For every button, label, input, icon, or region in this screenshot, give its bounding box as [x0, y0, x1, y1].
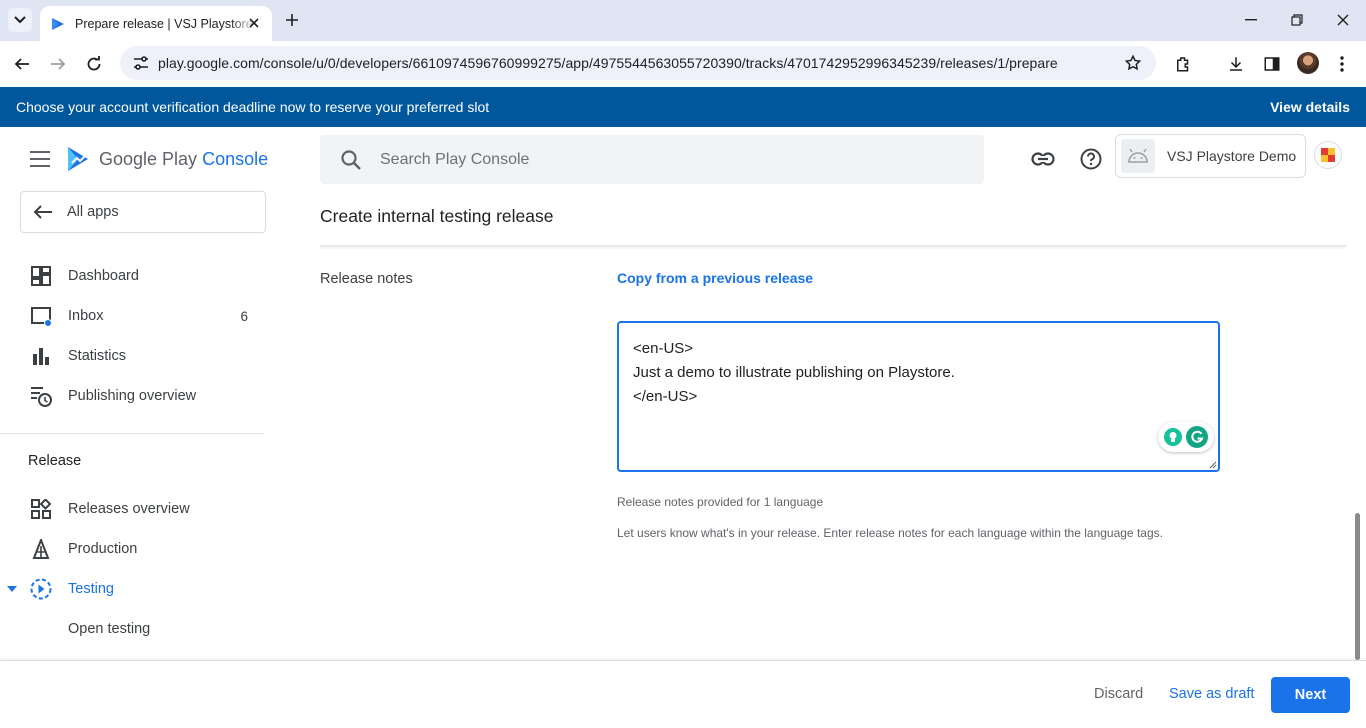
- sidebar-item-testing[interactable]: Testing: [0, 569, 264, 609]
- inbox-count: 6: [240, 308, 248, 324]
- notes-line: <en-US>: [633, 340, 694, 357]
- android-icon: [1121, 139, 1155, 173]
- tab-title: Prepare release | VSJ Playstore Demo: [75, 16, 257, 31]
- notes-line: </en-US>: [633, 388, 698, 405]
- back-arrow-icon: [33, 205, 52, 219]
- browser-toolbar: play.google.com/console/u/0/developers/6…: [0, 41, 1366, 87]
- chevron-down-icon: [14, 16, 26, 24]
- play-console-favicon-icon: [52, 17, 64, 30]
- testing-icon: [30, 578, 52, 600]
- view-details-link[interactable]: View details: [1270, 99, 1350, 115]
- copy-from-previous-release-link[interactable]: Copy from a previous release: [617, 270, 813, 286]
- sidebar-item-open-testing[interactable]: Open testing: [0, 609, 264, 649]
- sidebar-item-label: Dashboard: [68, 268, 139, 284]
- next-button[interactable]: Next: [1271, 677, 1350, 713]
- sidebar-item-label: Production: [68, 541, 138, 557]
- browser-tab-strip: Prepare release | VSJ Playstore Demo: [0, 0, 1366, 41]
- inbox-icon: [30, 305, 52, 327]
- tab-search-button[interactable]: [8, 8, 32, 32]
- hamburger-menu-icon[interactable]: [30, 151, 50, 167]
- banner-message: Choose your account verification deadlin…: [16, 99, 490, 115]
- production-icon: [30, 538, 52, 560]
- help-icon[interactable]: [1079, 147, 1103, 171]
- release-notes-label: Release notes: [320, 271, 413, 287]
- all-apps-label: All apps: [67, 204, 119, 220]
- bookmark-star-icon[interactable]: [1124, 54, 1142, 77]
- discard-button[interactable]: Discard: [1094, 686, 1143, 702]
- sidebar-item-label: Publishing overview: [68, 388, 197, 404]
- restore-icon[interactable]: [1282, 8, 1312, 32]
- page-title: Create internal testing release: [320, 206, 554, 226]
- dashboard-icon: [30, 265, 52, 287]
- brand-name: Google Play Console: [99, 149, 268, 170]
- release-notes-count-text: Release notes provided for 1 language: [617, 495, 824, 509]
- sidebar-divider: [0, 433, 264, 434]
- close-window-icon[interactable]: [1328, 8, 1358, 32]
- site-settings-icon[interactable]: [126, 56, 156, 70]
- grammarly-widget[interactable]: [1158, 422, 1214, 452]
- sidebar-item-statistics[interactable]: Statistics: [0, 336, 264, 376]
- notes-line: Just a demo to illustrate publishing on …: [633, 364, 955, 381]
- sidebar-item-releases-overview[interactable]: Releases overview: [0, 489, 264, 529]
- release-notes-helper-text: Let users know what's in your release. E…: [617, 526, 1163, 540]
- side-panel-icon[interactable]: [1260, 52, 1284, 76]
- address-bar[interactable]: play.google.com/console/u/0/developers/6…: [120, 46, 1156, 80]
- browser-tab[interactable]: Prepare release | VSJ Playstore Demo: [40, 6, 272, 41]
- scrollbar-thumb[interactable]: [1355, 513, 1360, 660]
- search-icon: [341, 149, 361, 170]
- sidebar-item-inbox[interactable]: Inbox 6: [0, 296, 264, 336]
- sidebar-item-label: Inbox: [68, 308, 104, 324]
- search-bar[interactable]: [320, 135, 984, 184]
- sidebar-item-dashboard[interactable]: Dashboard: [0, 256, 264, 296]
- download-icon[interactable]: [1224, 52, 1248, 76]
- tab-close-icon[interactable]: [246, 15, 262, 31]
- new-tab-icon[interactable]: [282, 10, 302, 30]
- account-logo-icon: [1321, 148, 1335, 162]
- logo-row: Google Play Console: [0, 127, 268, 191]
- link-icon[interactable]: [1031, 147, 1055, 171]
- sidebar: Google Play Console All apps Dashboard I…: [0, 127, 268, 660]
- all-apps-button[interactable]: All apps: [20, 191, 266, 233]
- minimize-icon[interactable]: [1236, 8, 1266, 32]
- sidebar-item-label: Releases overview: [68, 501, 190, 517]
- release-notes-textarea[interactable]: <en-US> Just a demo to illustrate publis…: [617, 321, 1220, 472]
- bar-chart-icon: [30, 345, 52, 367]
- sidebar-item-publishing-overview[interactable]: Publishing overview: [0, 376, 264, 416]
- forward-arrow-icon[interactable]: [46, 52, 70, 76]
- developer-account-avatar[interactable]: [1314, 141, 1342, 169]
- footer-action-bar: Discard Save as draft Next: [0, 660, 1366, 728]
- grammarly-icon[interactable]: [1186, 426, 1208, 448]
- app-selector[interactable]: VSJ Playstore Demo: [1115, 134, 1306, 178]
- url-text: play.google.com/console/u/0/developers/6…: [158, 55, 1058, 71]
- verification-banner: Choose your account verification deadlin…: [0, 87, 1366, 127]
- sidebar-section-release: Release: [28, 453, 82, 469]
- resize-handle-icon[interactable]: [1209, 461, 1217, 469]
- save-as-draft-button[interactable]: Save as draft: [1169, 686, 1254, 702]
- sidebar-item-label: Statistics: [68, 348, 127, 364]
- lightbulb-icon[interactable]: [1164, 428, 1182, 446]
- app-name: VSJ Playstore Demo: [1167, 148, 1297, 164]
- publishing-overview-icon: [30, 385, 52, 407]
- google-play-console-logo-icon[interactable]: [65, 145, 91, 173]
- reload-icon[interactable]: [82, 52, 106, 76]
- back-arrow-icon[interactable]: [10, 52, 34, 76]
- brand-google-play: Google Play: [99, 149, 198, 169]
- sidebar-item-production[interactable]: Production: [0, 529, 264, 569]
- browser-menu-icon[interactable]: [1330, 52, 1354, 76]
- title-divider: [320, 245, 1346, 247]
- brand-console: Console: [202, 149, 269, 169]
- search-input[interactable]: [380, 150, 940, 169]
- sidebar-item-label: Testing: [68, 581, 114, 597]
- browser-profile-avatar[interactable]: [1297, 52, 1319, 74]
- releases-overview-icon: [30, 498, 52, 520]
- sidebar-item-label: Open testing: [68, 621, 151, 637]
- extensions-icon[interactable]: [1171, 52, 1195, 76]
